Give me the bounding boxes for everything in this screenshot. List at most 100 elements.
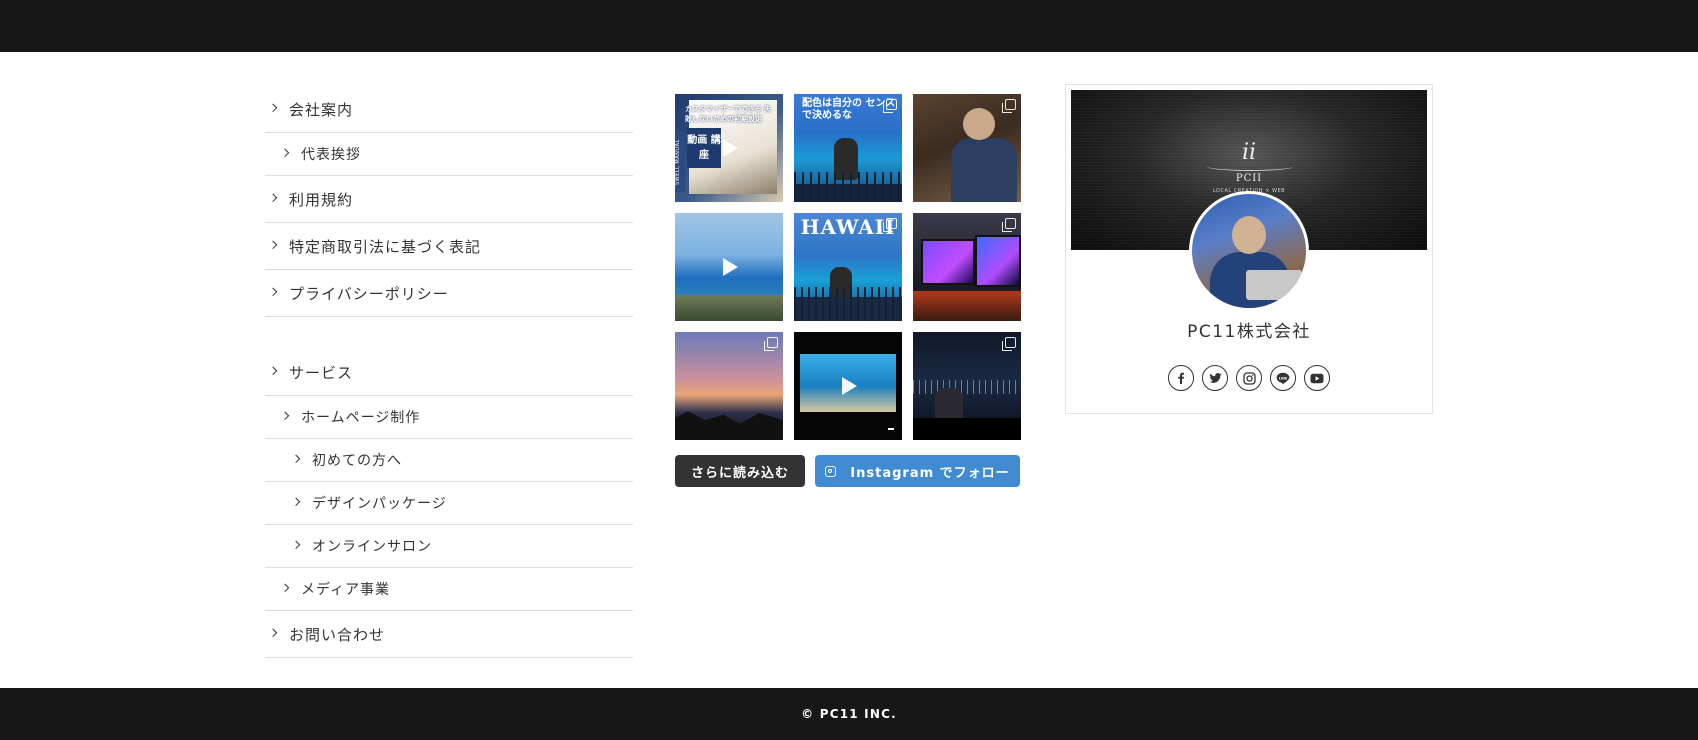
- post-image: [963, 108, 995, 140]
- chevron-right-icon: [280, 148, 290, 158]
- post-image: [975, 235, 1021, 287]
- menu-group-company: 会社案内 代表挨拶 利用規約 特定商取引法に基づく表記 プライバシーポリシー: [265, 86, 633, 317]
- menu-item-first-time[interactable]: 初めての方へ: [265, 439, 633, 482]
- menu-item-label: 特定商取引法に基づく表記: [289, 237, 482, 256]
- follow-label: Instagram でフォロー: [850, 465, 1010, 481]
- logo-swoosh: [1207, 162, 1293, 171]
- instagram-actions: さらに読み込む Instagram でフォロー: [675, 455, 1023, 487]
- facebook-link[interactable]: [1168, 365, 1194, 391]
- instagram-post[interactable]: [675, 332, 783, 440]
- menu-item-terms[interactable]: 利用規約: [265, 176, 633, 223]
- instagram-post[interactable]: [794, 332, 902, 440]
- post-badge: 動画 講座: [687, 128, 721, 168]
- line-icon: LINE: [1276, 372, 1290, 384]
- chevron-right-icon: [268, 240, 278, 250]
- footer-menu: 会社案内 代表挨拶 利用規約 特定商取引法に基づく表記 プライバシーポリシー サ…: [265, 86, 633, 658]
- menu-item-online-salon[interactable]: オンラインサロン: [265, 525, 633, 568]
- carousel-icon: [1002, 337, 1016, 351]
- post-image: [675, 295, 783, 321]
- social-links: LINE: [1066, 365, 1432, 391]
- post-image: [913, 380, 1021, 394]
- load-more-button[interactable]: さらに読み込む: [675, 455, 805, 487]
- chevron-right-icon: [268, 193, 278, 203]
- play-icon: [842, 377, 857, 395]
- load-more-label: さらに読み込む: [690, 465, 789, 481]
- menu-item-label: 利用規約: [289, 190, 354, 209]
- instagram-post[interactable]: [675, 213, 783, 321]
- menu-item-media[interactable]: メディア事業: [265, 568, 633, 611]
- profile-card: ii PCII LOCAL CREATION × WEB PC11株式会社: [1065, 84, 1433, 414]
- menu-item-label: お問い合わせ: [289, 625, 386, 644]
- chevron-right-icon: [268, 287, 278, 297]
- avatar: [1189, 191, 1309, 311]
- chevron-right-icon: [291, 540, 301, 550]
- menu-item-contact[interactable]: お問い合わせ: [265, 611, 633, 658]
- avatar-image: [1232, 216, 1266, 254]
- avatar-image: [1246, 270, 1302, 300]
- menu-item-label: 代表挨拶: [301, 147, 361, 163]
- instagram-post[interactable]: [913, 332, 1021, 440]
- post-image: [951, 138, 1017, 202]
- post-caption: カスタマイザーでできる 失敗しないための初期設定: [685, 105, 771, 123]
- carousel-icon: [1002, 99, 1016, 113]
- post-image: [794, 287, 902, 321]
- post-side-label: SWELL MANUAL: [675, 132, 685, 192]
- instagram-icon: [1242, 371, 1256, 385]
- menu-item-label: 初めての方へ: [312, 453, 402, 469]
- chevron-right-icon: [268, 628, 278, 638]
- site-footer: © PC11 INC.: [0, 688, 1698, 740]
- menu-item-web-production[interactable]: ホームページ制作: [265, 396, 633, 439]
- instagram-post[interactable]: [913, 213, 1021, 321]
- logo-text: PCII: [1235, 173, 1263, 184]
- instagram-feed: カスタマイザーでできる 失敗しないための初期設定 動画 講座 SWELL MAN…: [675, 94, 1023, 487]
- youtube-link[interactable]: [1304, 365, 1330, 391]
- menu-item-label: デザインパッケージ: [312, 496, 447, 512]
- carousel-icon: [883, 218, 897, 232]
- chevron-right-icon: [291, 454, 301, 464]
- instagram-follow-button[interactable]: Instagram でフォロー: [815, 455, 1020, 487]
- profile-name: PC11株式会社: [1187, 322, 1311, 342]
- menu-item-label: サービス: [289, 363, 354, 382]
- menu-group-services: サービス ホームページ制作 初めての方へ デザインパッケージ オンラインサロン …: [265, 349, 633, 658]
- menu-item-greeting[interactable]: 代表挨拶: [265, 133, 633, 176]
- instagram-grid: カスタマイザーでできる 失敗しないための初期設定 動画 講座 SWELL MAN…: [675, 94, 1023, 440]
- twitter-icon: [1209, 373, 1221, 383]
- youtube-icon: [1310, 373, 1324, 383]
- post-image: [921, 239, 975, 285]
- instagram-post[interactable]: [913, 94, 1021, 202]
- carousel-icon: [764, 337, 778, 351]
- chevron-right-icon: [291, 497, 301, 507]
- menu-item-company[interactable]: 会社案内: [265, 86, 633, 133]
- play-icon: [723, 139, 738, 157]
- menu-item-design-package[interactable]: デザインパッケージ: [265, 482, 633, 525]
- svg-text:LINE: LINE: [1279, 376, 1288, 380]
- twitter-link[interactable]: [1202, 365, 1228, 391]
- top-bar: [0, 0, 1698, 52]
- instagram-post[interactable]: 配色は自分の センスで決めるな: [794, 94, 902, 202]
- instagram-link[interactable]: [1236, 365, 1262, 391]
- post-image: [888, 428, 894, 430]
- menu-item-label: メディア事業: [301, 582, 391, 598]
- carousel-icon: [1002, 218, 1016, 232]
- menu-item-tokushoho[interactable]: 特定商取引法に基づく表記: [265, 223, 633, 270]
- post-image: [913, 418, 1021, 440]
- menu-item-label: 会社案内: [289, 100, 354, 119]
- copyright-text: © PC11 INC.: [801, 707, 897, 721]
- instagram-post[interactable]: HAWAII: [794, 213, 902, 321]
- carousel-icon: [883, 99, 897, 113]
- menu-item-label: オンラインサロン: [312, 539, 432, 555]
- chevron-right-icon: [280, 583, 290, 593]
- menu-item-label: プライバシーポリシー: [289, 284, 449, 303]
- post-image: [794, 172, 902, 202]
- instagram-post[interactable]: カスタマイザーでできる 失敗しないための初期設定 動画 講座 SWELL MAN…: [675, 94, 783, 202]
- facebook-icon: [1178, 372, 1184, 384]
- instagram-icon: [825, 465, 837, 477]
- chevron-right-icon: [268, 366, 278, 376]
- line-link[interactable]: LINE: [1270, 365, 1296, 391]
- chevron-right-icon: [268, 103, 278, 113]
- menu-item-label: ホームページ制作: [301, 410, 421, 426]
- post-image: [675, 411, 783, 440]
- post-image: [913, 291, 1021, 321]
- menu-item-privacy[interactable]: プライバシーポリシー: [265, 270, 633, 317]
- menu-item-services[interactable]: サービス: [265, 349, 633, 396]
